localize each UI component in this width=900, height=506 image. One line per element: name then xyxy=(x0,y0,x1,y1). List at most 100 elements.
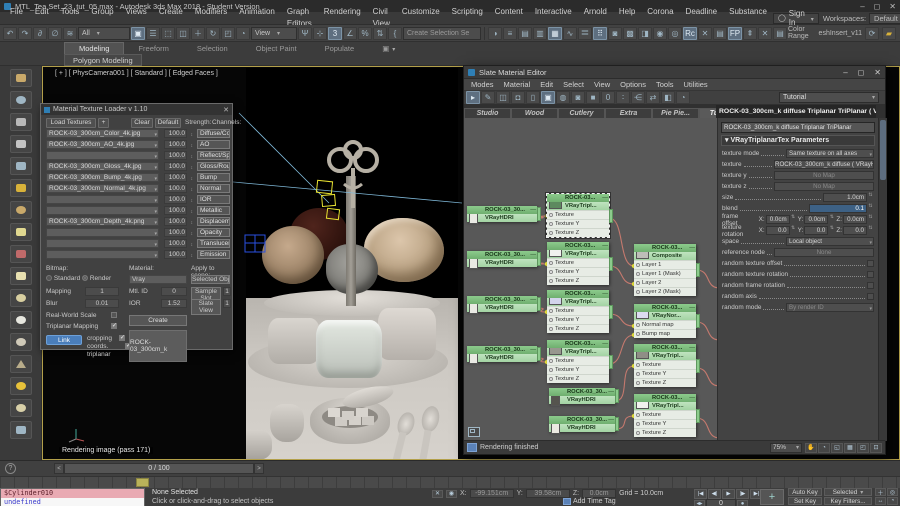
corona-rc-icon[interactable]: Rc xyxy=(683,26,697,40)
mtl-close-icon[interactable]: ✕ xyxy=(223,106,229,114)
pivot-icon[interactable]: Ψ xyxy=(298,26,312,40)
strength-spinner[interactable]: 100.0 xyxy=(164,228,193,238)
track-bar[interactable] xyxy=(0,476,900,488)
snap-toggle-icon[interactable]: ⊹ xyxy=(313,26,327,40)
strength-spinner[interactable]: 100.0 xyxy=(164,195,193,205)
param-map-button[interactable]: No Map xyxy=(774,171,874,180)
cone-icon[interactable] xyxy=(9,355,32,373)
param-x-spinner[interactable]: 0.0 xyxy=(765,226,790,235)
node-output-tab[interactable] xyxy=(609,304,613,319)
node-output-tab[interactable] xyxy=(537,347,541,361)
bind-to-space-warp-icon[interactable]: ≋ xyxy=(63,26,77,40)
material-node[interactable]: ROCK-03_30... — VRayHDRI xyxy=(549,388,619,406)
panel-toggle-icon[interactable] xyxy=(468,427,480,437)
placement-icon[interactable]: ◔ xyxy=(236,26,250,40)
texture-file-dropdown[interactable] xyxy=(46,239,159,248)
ribbon-tab-freeform[interactable]: Freeform xyxy=(124,43,182,54)
scene-explorer-icon[interactable]: ▥ xyxy=(533,26,547,40)
mapping-spinner[interactable]: 1 xyxy=(85,287,119,296)
material-node[interactable]: ROCK-03... — VRayTripl... Texture Texture YT… xyxy=(634,344,700,387)
material-node[interactable]: ROCK-03... — VRayTripl... Texture Texture YT… xyxy=(547,340,613,383)
real-world-scale-checkbox[interactable] xyxy=(111,312,117,318)
node-port-layer-[interactable]: Layer 1 xyxy=(634,260,696,269)
slate-menu-options[interactable]: Options xyxy=(615,80,651,89)
node-port-texture-y[interactable]: Texture Y xyxy=(547,315,609,324)
pan-view-icon[interactable]: ↔ xyxy=(875,497,886,505)
texture-file-dropdown[interactable] xyxy=(46,250,159,259)
node-port-texture-y[interactable]: Texture Y xyxy=(634,419,696,428)
corona-tools-icon[interactable]: ✕ xyxy=(698,26,712,40)
sync-icon[interactable]: ⟳ xyxy=(865,26,879,40)
rendered-frame-icon[interactable]: ◨ xyxy=(638,26,652,40)
channel-button-metallic[interactable]: Metallic xyxy=(197,206,230,215)
key-mode-dropdown[interactable]: Selected xyxy=(824,488,872,496)
corona-list-icon[interactable]: ▤ xyxy=(713,26,727,40)
channel-button-emission[interactable]: Emission xyxy=(197,250,230,259)
node-port-bump-map[interactable]: Bump map xyxy=(634,329,696,338)
node-output-tab[interactable] xyxy=(537,252,541,266)
ribbon-toggle-icon[interactable]: ▦ xyxy=(548,26,562,40)
param-z-spinner[interactable]: 0.0cm xyxy=(843,215,867,224)
pick-material-icon[interactable]: ✎ xyxy=(481,91,495,104)
notes-icon[interactable] xyxy=(9,135,32,153)
zoom-icon[interactable]: ◔ xyxy=(818,442,830,453)
ribbon-tab-selection[interactable]: Selection xyxy=(183,43,242,54)
slate-view-button[interactable]: Slate View xyxy=(191,299,221,315)
mirror-icon[interactable]: ◑ xyxy=(488,26,502,40)
create-material-button[interactable]: Create xyxy=(129,315,187,326)
node-port-texture-z[interactable]: Texture Z xyxy=(547,324,609,333)
node-port-texture[interactable]: Texture xyxy=(634,360,696,369)
standard-radio[interactable] xyxy=(46,275,52,281)
flower-icon[interactable] xyxy=(9,245,32,263)
node-output-tab[interactable] xyxy=(696,358,700,373)
node-output-tab[interactable] xyxy=(696,408,700,423)
slate-menu-edit[interactable]: Edit xyxy=(535,80,558,89)
layout-tree-icon[interactable]: ⋲ xyxy=(631,91,645,104)
ior-spinner[interactable]: 1.52 xyxy=(161,299,187,308)
node-collapse-icon[interactable]: — xyxy=(602,290,608,298)
node-output-tab[interactable] xyxy=(609,256,613,271)
param-spinner[interactable]: 1.0cm xyxy=(823,193,867,202)
slate-tab-extra[interactable]: Extra xyxy=(605,108,652,118)
node-output-tab[interactable] xyxy=(537,207,541,221)
rect-selection-icon[interactable]: ⬚ xyxy=(161,26,175,40)
auto-key-button[interactable]: Auto Key xyxy=(788,488,822,496)
cloud-icon[interactable] xyxy=(9,91,32,109)
material-editor-icon[interactable]: ◙ xyxy=(608,26,622,40)
ribbon-tab-object-paint[interactable]: Object Paint xyxy=(242,43,311,54)
fp-icon[interactable]: FP xyxy=(728,26,742,40)
preview-nav-icon[interactable]: ◧ xyxy=(661,91,675,104)
channel-button-displacement[interactable]: Displacement xyxy=(197,217,230,226)
slate-tab-studio[interactable]: Studio xyxy=(464,108,511,118)
time-slider-field[interactable]: 0 / 100 xyxy=(64,463,254,474)
layer-manager-icon[interactable]: ▤ xyxy=(518,26,532,40)
select-by-name-icon[interactable]: ☰ xyxy=(146,26,160,40)
options-zero-icon[interactable]: 0 xyxy=(601,91,615,104)
material-type-dropdown[interactable]: Vray xyxy=(129,275,187,284)
node-port-normal-map[interactable]: Normal map xyxy=(634,320,696,329)
strength-spinner[interactable]: 100.0 xyxy=(164,162,193,172)
param-dropdown[interactable]: Local object xyxy=(786,237,874,246)
create-selection-set-field[interactable]: Create Selection Se xyxy=(403,26,481,40)
node-collapse-icon[interactable]: — xyxy=(689,244,695,252)
slate-menu-utilities[interactable]: Utilities xyxy=(679,80,713,89)
material-node[interactable]: ROCK-03_30... — VRayHDRI xyxy=(467,296,541,314)
y-coordinate-field[interactable]: 39.58cm xyxy=(525,489,570,498)
render-icon[interactable]: ◉ xyxy=(653,26,667,40)
node-port-texture[interactable]: Texture xyxy=(547,306,609,315)
material-node[interactable]: ROCK-03_30... — VRayHDRI xyxy=(467,206,541,224)
material-node[interactable]: ROCK-03... — VRayNor... Normal map Bump map xyxy=(634,304,700,338)
node-port-texture-y[interactable]: Texture Y xyxy=(547,219,609,228)
material-node[interactable]: ROCK-03_30... — VRayHDRI xyxy=(549,416,619,434)
strength-spinner[interactable]: 100.0 xyxy=(164,140,193,150)
slate-title-bar[interactable]: Slate Material Editor – ◻ ✕ xyxy=(464,66,885,79)
percent-snap-icon[interactable]: % xyxy=(358,26,372,40)
railclone-tools-icon[interactable]: ✕ xyxy=(758,26,772,40)
load-textures-button[interactable]: Load Textures xyxy=(46,118,96,128)
material-node[interactable]: ROCK-03... — VRayTripl... Texture Texture YT… xyxy=(547,242,613,285)
put-to-library-icon[interactable]: ◫ xyxy=(496,91,510,104)
select-move-icon[interactable]: ＋ xyxy=(191,26,205,40)
spinner-arrows-icon[interactable]: ⇅ xyxy=(867,215,874,224)
delete-node-icon[interactable]: ▯ xyxy=(526,91,540,104)
link-button[interactable]: Link xyxy=(46,335,82,345)
